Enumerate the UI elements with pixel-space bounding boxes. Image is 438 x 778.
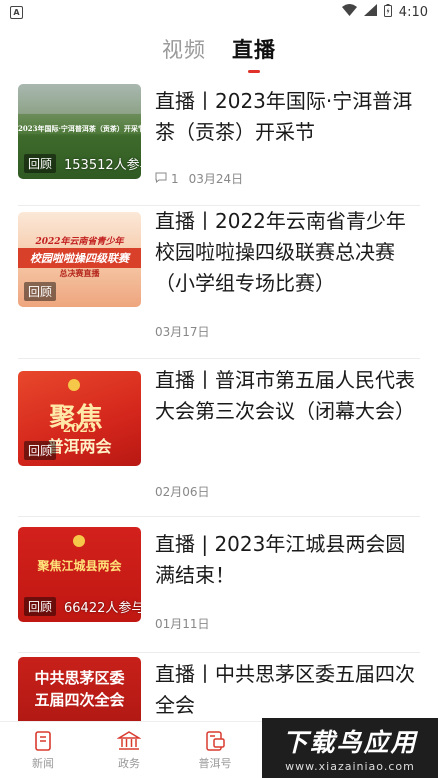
watermark-main: 下载鸟应用	[282, 728, 418, 757]
nav-item-news[interactable]: 新闻	[0, 722, 86, 778]
participant-count: 153512人参与	[64, 158, 141, 173]
watermark: 下载鸟应用 www.xiazainiao.com	[262, 718, 438, 778]
news-icon	[32, 730, 54, 752]
wifi-icon	[341, 4, 357, 20]
replay-badge: 回顾	[24, 597, 57, 616]
item-meta: 1 03月24日	[155, 170, 243, 187]
thumbnail: 聚焦江城县两会 回顾 66422人参与	[18, 527, 141, 622]
comment-icon	[155, 172, 167, 186]
nav-label: 普洱号	[198, 756, 232, 770]
thumb-banner-main: 校园啦啦操四级联赛	[18, 248, 141, 268]
item-title[interactable]: 直播丨2022年云南省青少年校园啦啦操四级联赛总决赛（小学组专场比赛）	[155, 206, 420, 299]
thumbnail: 中共思茅区委 五届四次全会	[18, 657, 141, 721]
item-title[interactable]: 直播 | 2023年江城县两会圆满结束！	[155, 529, 420, 591]
government-icon	[117, 730, 141, 752]
thumb-banner-sub: 总决赛直播	[59, 268, 100, 278]
item-title[interactable]: 直播丨中共思茅区委五届四次全会	[155, 659, 420, 721]
replay-badge: 回顾	[24, 441, 57, 460]
account-icon	[203, 730, 227, 752]
watermark-sub: www.xiazainiao.com	[285, 760, 415, 773]
list-item[interactable]: 2022年云南省青少年 校园啦啦操四级联赛 总决赛直播 回顾 直播丨2022年云…	[18, 206, 420, 359]
replay-badge: 回顾	[24, 282, 57, 301]
item-date: 03月24日	[188, 172, 244, 186]
nav-label: 新闻	[32, 756, 54, 770]
list-item[interactable]: 中共思茅区委 五届四次全会 直播丨中共思茅区委五届四次全会	[18, 653, 420, 721]
thumb-banner-main: 聚焦江城县两会	[37, 559, 122, 573]
emblem-icon	[73, 535, 85, 547]
tab-live[interactable]: 直播	[232, 34, 276, 73]
item-title[interactable]: 直播丨2023年国际·宁洱普洱茶（贡茶）开采节	[155, 86, 420, 148]
nav-label: 政务	[118, 756, 140, 770]
thumbnail: 2023年国际·宁洱普洱茶（贡茶）开采节 回顾 153512人参与	[18, 84, 141, 179]
thumb-banner-line1: 中共思茅区委	[34, 669, 125, 687]
tab-header: 视频 直播	[0, 24, 438, 76]
thumb-banner: 2023年国际·宁洱普洱茶（贡茶）开采节	[18, 124, 141, 133]
item-date: 01月11日	[155, 617, 210, 631]
item-meta: 01月11日	[155, 615, 210, 632]
list-item[interactable]: 聚焦 2023 普洱两会 回顾 直播丨普洱市第五届人民代表大会第三次会议（闭幕大…	[18, 359, 420, 517]
thumbnail: 2022年云南省青少年 校园啦啦操四级联赛 总决赛直播 回顾	[18, 212, 141, 307]
status-right: 4:10	[341, 3, 428, 21]
participant-count: 66422人参与	[64, 601, 141, 616]
thumb-banner-top: 2022年云南省青少年	[35, 237, 124, 247]
battery-icon	[383, 3, 392, 21]
live-feed[interactable]: 2023年国际·宁洱普洱茶（贡茶）开采节 回顾 153512人参与 直播丨202…	[0, 76, 438, 721]
nav-item-account[interactable]: 普洱号	[172, 722, 258, 778]
status-time: 4:10	[398, 4, 428, 20]
list-item[interactable]: 聚焦江城县两会 回顾 66422人参与 直播 | 2023年江城县两会圆满结束！…	[18, 517, 420, 653]
item-date: 02月06日	[155, 485, 210, 499]
item-meta: 02月06日	[155, 483, 210, 500]
tab-video[interactable]: 视频	[162, 34, 206, 64]
emblem-icon	[68, 379, 80, 391]
comment-count: 1	[171, 171, 179, 186]
replay-badge: 回顾	[24, 154, 57, 173]
item-meta: 03月17日	[155, 323, 210, 340]
list-item[interactable]: 2023年国际·宁洱普洱茶（贡茶）开采节 回顾 153512人参与 直播丨202…	[18, 76, 420, 206]
item-title[interactable]: 直播丨普洱市第五届人民代表大会第三次会议（闭幕大会）	[155, 365, 420, 427]
thumb-banner-line2: 五届四次全会	[34, 691, 125, 709]
status-left: A	[10, 5, 23, 19]
item-date: 03月17日	[155, 325, 210, 339]
nav-item-government[interactable]: 政务	[86, 722, 172, 778]
app-notification-icon: A	[10, 5, 23, 19]
thumbnail: 聚焦 2023 普洱两会 回顾	[18, 371, 141, 466]
signal-icon	[363, 4, 377, 20]
status-bar: A 4:10	[0, 0, 438, 24]
